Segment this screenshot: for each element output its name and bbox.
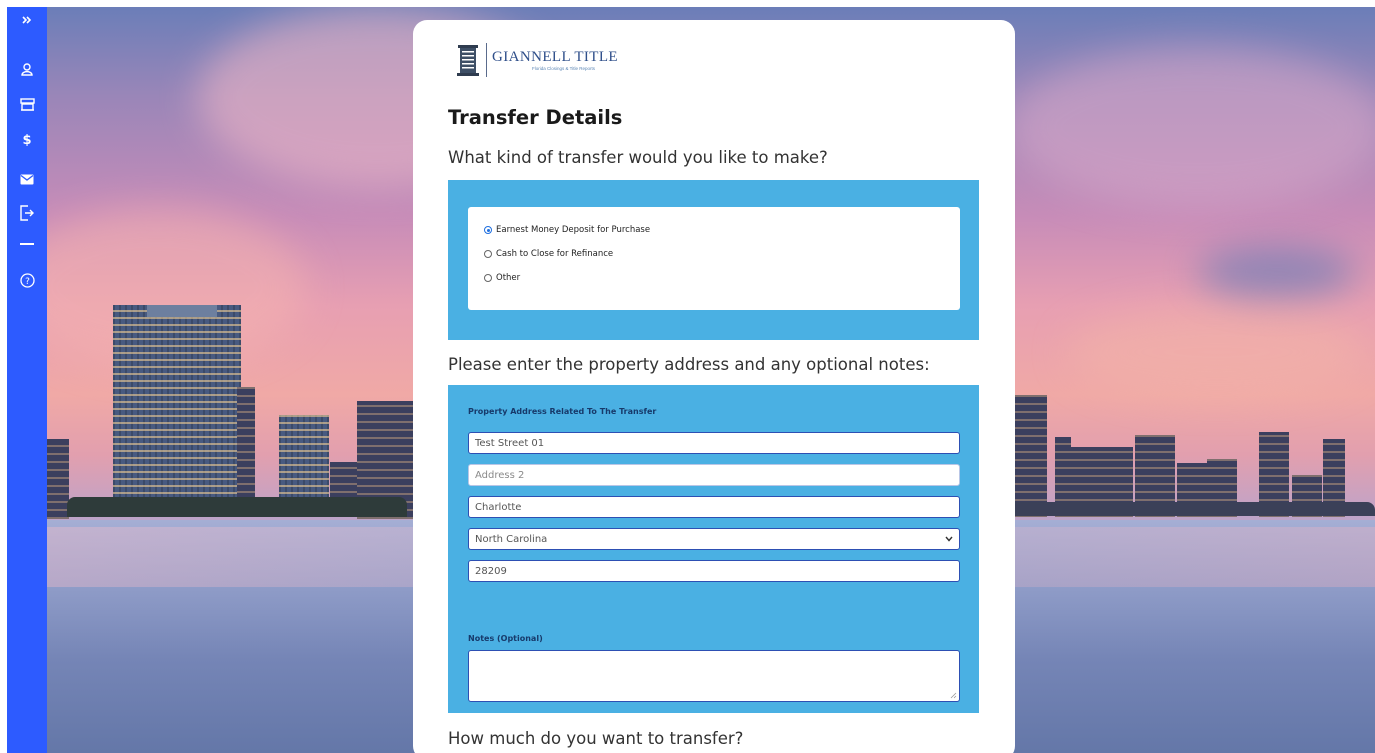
transfer-type-options: Earnest Money Deposit for Purchase Cash …: [468, 207, 960, 310]
notes-label: Notes (Optional): [468, 634, 543, 643]
building-logo-icon: [457, 45, 479, 76]
state-select-value: North Carolina: [475, 533, 548, 545]
logout-icon: [20, 205, 34, 221]
user-icon: [21, 63, 33, 76]
resize-grip-icon[interactable]: [950, 692, 957, 699]
sidebar-divider: [20, 243, 34, 245]
radio-label: Earnest Money Deposit for Purchase: [496, 225, 651, 235]
address-label: Property Address Related To The Transfer: [468, 407, 657, 416]
sidebar-item-payments[interactable]: $: [7, 126, 47, 152]
expand-sidebar-button[interactable]: [7, 7, 47, 33]
city-input[interactable]: Charlotte: [468, 496, 960, 518]
sidebar-item-logout[interactable]: [7, 200, 47, 226]
radio-button[interactable]: [484, 226, 492, 234]
address-question: Please enter the property address and an…: [448, 355, 930, 374]
radio-button[interactable]: [484, 274, 492, 282]
address-line-2-input[interactable]: Address 2: [468, 464, 960, 486]
radio-label: Cash to Close for Refinance: [496, 249, 614, 259]
logo-tagline: Florida Closings & Title Reports: [532, 66, 596, 71]
company-logo: GIANNELL TITLE Florida Closings & Title …: [456, 39, 656, 81]
building-icon: [19, 98, 35, 111]
radio-label: Other: [496, 273, 521, 283]
double-chevron-right-icon: [22, 16, 32, 24]
sidebar-item-messages[interactable]: [7, 166, 47, 192]
zip-input[interactable]: 28209: [468, 560, 960, 582]
address-panel: Property Address Related To The Transfer…: [448, 385, 979, 713]
svg-text:$: $: [22, 133, 31, 146]
radio-cash-to-close[interactable]: Cash to Close for Refinance: [484, 249, 613, 259]
svg-text:?: ?: [25, 277, 30, 287]
transfer-type-question: What kind of transfer would you like to …: [448, 148, 828, 167]
help-icon: ?: [19, 272, 35, 288]
state-select[interactable]: North Carolina: [468, 528, 960, 550]
sidebar: $ ?: [7, 7, 47, 753]
transfer-type-panel: Earnest Money Deposit for Purchase Cash …: [448, 180, 979, 340]
sidebar-item-bank[interactable]: [7, 91, 47, 117]
sidebar-item-help[interactable]: ?: [7, 267, 47, 293]
page-title: Transfer Details: [448, 106, 623, 129]
radio-other[interactable]: Other: [484, 273, 520, 283]
amount-question: How much do you want to transfer?: [448, 729, 744, 748]
radio-button[interactable]: [484, 250, 492, 258]
mail-icon: [20, 174, 34, 184]
notes-textarea[interactable]: [468, 650, 960, 702]
transfer-form-card: GIANNELL TITLE Florida Closings & Title …: [413, 20, 1015, 753]
address-line-1-input[interactable]: Test Street 01: [468, 432, 960, 454]
radio-earnest-money-deposit[interactable]: Earnest Money Deposit for Purchase: [484, 225, 650, 235]
sidebar-item-account[interactable]: [7, 56, 47, 82]
chevron-down-icon: [945, 536, 953, 542]
dollar-icon: $: [22, 133, 31, 146]
logo-brand-name: GIANNELL TITLE: [492, 49, 618, 65]
